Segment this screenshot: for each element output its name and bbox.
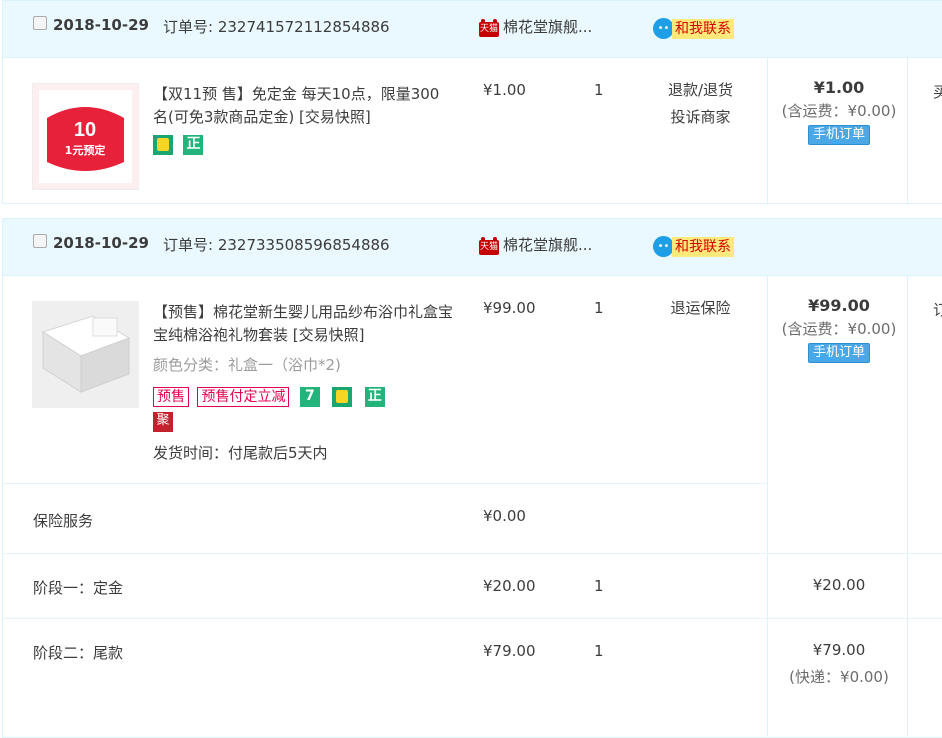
order-card: 2018-10-29 订单号: 232741572112854886 天猫 棉花堂…: [2, 0, 942, 204]
shop-link[interactable]: 天猫 棉花堂旗舰...: [479, 16, 592, 37]
insurance-label: 保险服务: [33, 512, 94, 530]
stage-one-price: ¥20.00: [483, 577, 536, 595]
unit-price: ¥99.00: [483, 299, 536, 317]
stage-one-total: ¥20.00: [812, 576, 866, 594]
stage-two-price: ¥79.00: [483, 642, 536, 660]
order-date: 2018-10-29: [53, 16, 149, 34]
contact-label[interactable]: 和我联系: [672, 236, 734, 257]
row-divider: [3, 618, 942, 619]
delivery-time: 发货时间：付尾款后5天内: [153, 444, 328, 462]
genuine-tag: 正: [183, 135, 204, 155]
stage-two-qty: 1: [594, 642, 604, 660]
order-number: 订单号: 232733508596854886: [163, 236, 390, 254]
stage-two-amount: ¥79.00: [812, 641, 866, 659]
stage-two-shipping: (快递：¥0.00): [789, 668, 889, 686]
refund-link[interactable]: 退款/退货: [653, 77, 748, 104]
stage-two-label: 阶段二：尾款: [33, 644, 124, 662]
contact-seller-button[interactable]: •• 和我联系: [653, 236, 734, 258]
stage-one-label: 阶段一：定金: [33, 579, 124, 597]
product-thumbnail[interactable]: 10 1元预定: [32, 83, 139, 190]
shop-link[interactable]: 天猫 棉花堂旗舰...: [479, 234, 592, 255]
shipping-fee: (含运费：¥0.00): [781, 102, 897, 120]
shop-name[interactable]: 棉花堂旗舰...: [503, 18, 592, 36]
order-checkbox[interactable]: [33, 16, 47, 30]
total-amount: ¥99.00: [808, 296, 870, 315]
genuine-tag: 正: [364, 387, 385, 407]
order-header: 2018-10-29 订单号: 232733508596854886 天猫 棉花堂…: [3, 219, 942, 276]
product-title[interactable]: 【双11预 售】免定金 每天10点，限量300名(可免3款商品定金) [交易快照…: [153, 83, 453, 129]
insurance-price: ¥0.00: [483, 507, 526, 525]
tmall-icon: 天猫: [479, 237, 499, 255]
quantity: 1: [594, 299, 604, 317]
wangwang-icon: ••: [653, 236, 674, 257]
status-edge-text[interactable]: 订: [933, 299, 942, 320]
thumb-text: 1元预定: [65, 143, 106, 157]
wangwang-icon: ••: [653, 18, 674, 39]
order-checkbox[interactable]: [33, 234, 47, 248]
product-thumbnail[interactable]: [32, 301, 139, 408]
tmall-member-icon: [332, 387, 353, 407]
juhuasuan-tag: 聚: [153, 412, 173, 432]
product-sku: 颜色分类：礼盒一（浴巾*2): [153, 356, 341, 374]
row-divider: [3, 553, 942, 554]
unit-price: ¥1.00: [483, 81, 526, 99]
complain-link[interactable]: 投诉商家: [653, 104, 748, 131]
quantity: 1: [594, 81, 604, 99]
stage-two-total: ¥79.00 (快递：¥0.00): [769, 637, 909, 691]
order-total: ¥99.00 (含运费：¥0.00) 手机订单: [769, 296, 909, 363]
total-amount: ¥1.00: [813, 78, 865, 97]
shop-name[interactable]: 棉花堂旗舰...: [503, 236, 592, 254]
product-image: [33, 302, 138, 407]
status-edge-text[interactable]: 买: [933, 81, 942, 102]
mobile-order-badge[interactable]: 手机订单: [807, 343, 870, 363]
order-card: 2018-10-29 订单号: 232733508596854886 天猫 棉花堂…: [2, 218, 942, 738]
column-divider: [767, 276, 768, 736]
seven-day-return-icon: 7: [299, 387, 320, 407]
order-number: 订单号: 232741572112854886: [163, 18, 390, 36]
order-total: ¥1.00 (含运费：¥0.00) 手机订单: [769, 78, 909, 145]
product-title-link[interactable]: 【双11预 售】免定金 每天10点，限量300名(可免3款商品定金) [交易快照…: [153, 85, 439, 126]
stage-one-qty: 1: [594, 577, 604, 595]
shipping-fee: (含运费：¥0.00): [781, 320, 897, 338]
mobile-order-badge[interactable]: 手机订单: [807, 125, 870, 145]
tmall-member-icon: [153, 135, 173, 155]
presale-discount-tag: 预售付定立减: [197, 387, 290, 407]
thumb-big-text: 10: [74, 119, 96, 141]
presale-tag: 预售: [153, 387, 189, 407]
product-tags: 正: [153, 135, 204, 155]
order-header: 2018-10-29 订单号: 232741572112854886 天猫 棉花堂…: [3, 1, 942, 58]
row-divider: [3, 483, 767, 484]
product-tags: 预售 预售付定立减 7 正 聚: [153, 385, 433, 433]
product-image: 10 1元预定: [33, 84, 138, 189]
order-date: 2018-10-29: [53, 234, 149, 252]
return-insurance-link[interactable]: 退运保险: [653, 295, 748, 322]
service-links: 退运保险: [653, 295, 748, 322]
contact-label[interactable]: 和我联系: [672, 18, 734, 39]
product-title[interactable]: 【预售】棉花堂新生婴儿用品纱布浴巾礼盒宝宝纯棉浴袍礼物套装 [交易快照]: [153, 301, 453, 347]
service-links: 退款/退货 投诉商家: [653, 77, 748, 131]
contact-seller-button[interactable]: •• 和我联系: [653, 18, 734, 40]
tmall-icon: 天猫: [479, 19, 499, 37]
product-title-link[interactable]: 【预售】棉花堂新生婴儿用品纱布浴巾礼盒宝宝纯棉浴袍礼物套装 [交易快照]: [153, 303, 453, 344]
column-divider: [767, 58, 768, 204]
